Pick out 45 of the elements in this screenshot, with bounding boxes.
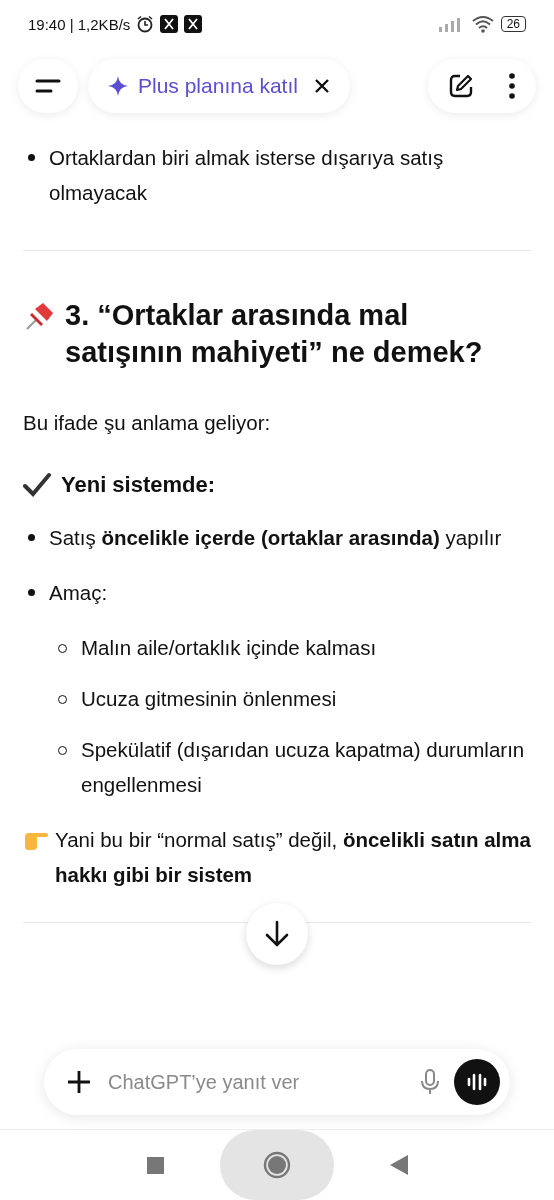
paragraph: Yani bu bir “normal satış” değil, öncelikli satın alma hakkı gibi bir sistem xyxy=(55,827,531,888)
close-icon xyxy=(313,78,330,94)
triangle-icon xyxy=(389,1155,408,1175)
bullet-circle xyxy=(58,695,67,704)
bullet-circle xyxy=(58,644,67,653)
pencil-square-icon xyxy=(448,73,474,99)
check-icon xyxy=(23,472,51,498)
subheading: Yeni sistemde: xyxy=(61,472,216,498)
list-item: Ucuza gitmesinin önlenmesi xyxy=(81,686,337,712)
app-icon xyxy=(184,15,203,33)
upgrade-link[interactable]: Plus planına katıl xyxy=(108,74,298,98)
bullet-dot xyxy=(28,534,35,541)
app-icon xyxy=(160,15,179,33)
menu-icon xyxy=(35,78,61,94)
down-arrow-icon xyxy=(264,920,290,948)
plus-icon xyxy=(66,1069,92,1095)
scroll-down-button[interactable] xyxy=(246,903,308,965)
list-item: Amaç: xyxy=(49,580,108,606)
square-icon xyxy=(146,1156,164,1174)
microphone-icon xyxy=(420,1068,440,1096)
list-item: Spekülatif (dışarıdan ucuza kapatma) durumların engellenmesi xyxy=(81,737,526,798)
waveform-icon xyxy=(465,1072,489,1092)
sparkle-icon xyxy=(108,76,128,96)
alarm-icon xyxy=(136,15,155,33)
recents-button[interactable] xyxy=(146,1156,164,1174)
bullet-dot xyxy=(28,589,35,596)
section-heading: 3. “Ortaklar arasında mal satışının mahiyeti” ne demek? xyxy=(65,298,484,370)
list-item: Malın aile/ortaklık içinde kalması xyxy=(81,635,377,661)
add-button[interactable] xyxy=(66,1069,92,1095)
voice-button[interactable] xyxy=(454,1059,500,1105)
more-button[interactable] xyxy=(508,73,516,99)
circle-icon xyxy=(262,1151,291,1179)
paragraph: Bu ifade şu anlama geliyor: xyxy=(23,410,272,436)
close-button[interactable] xyxy=(313,78,330,94)
status-time: 19:40 | 1,2KB/s xyxy=(28,15,131,33)
list-item: Satış öncelikle içerde (ortaklar arasında) yapılır xyxy=(49,525,502,551)
dots-icon xyxy=(508,73,516,99)
microphone-button[interactable] xyxy=(420,1068,440,1096)
new-chat-button[interactable] xyxy=(448,73,474,99)
battery-level: 26 xyxy=(500,16,526,32)
back-button[interactable] xyxy=(389,1155,408,1175)
wifi-icon xyxy=(470,15,495,33)
bullet-dot xyxy=(28,154,35,161)
bullet-circle xyxy=(58,746,67,755)
list-item: Ortaklardan biri almak isterse dışarıya satış olmayacak xyxy=(49,145,445,206)
